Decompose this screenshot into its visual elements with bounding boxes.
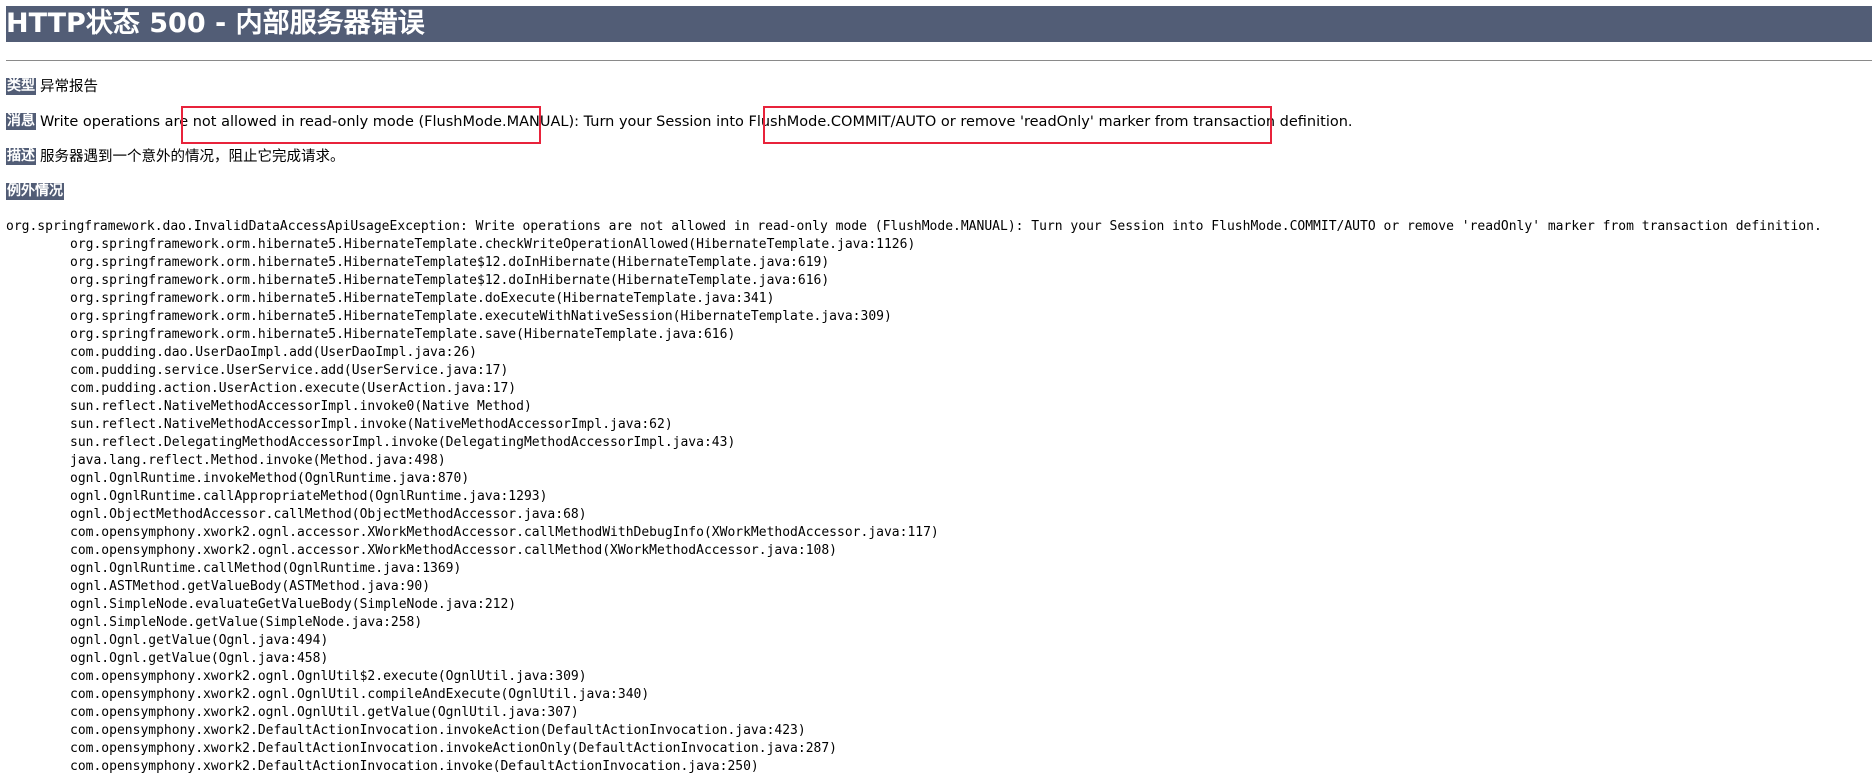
type-label: 类型 [6, 78, 36, 95]
stack-frames: org.springframework.orm.hibernate5.Hiber… [6, 236, 1822, 776]
stack-frame: com.opensymphony.xwork2.ognl.OgnlUtil.ge… [70, 705, 579, 720]
highlight-box-commit-auto [763, 106, 1272, 144]
stack-frame: com.opensymphony.xwork2.ognl.accessor.XW… [70, 543, 838, 558]
type-value: 异常报告 [40, 79, 98, 95]
stack-frame: ognl.OgnlRuntime.callAppropriateMethod(O… [70, 489, 548, 504]
stack-frame: ognl.OgnlRuntime.invokeMethod(OgnlRuntim… [70, 471, 470, 486]
stack-frame: com.pudding.dao.UserDaoImpl.add(UserDaoI… [70, 345, 477, 360]
stack-frame: org.springframework.orm.hibernate5.Hiber… [70, 237, 916, 252]
stack-frame: com.opensymphony.xwork2.DefaultActionInv… [70, 759, 759, 774]
stack-frame: org.springframework.orm.hibernate5.Hiber… [70, 291, 775, 306]
stack-frame: com.opensymphony.xwork2.DefaultActionInv… [70, 741, 838, 756]
highlight-box-flushmode-manual [181, 106, 541, 144]
stack-frame: ognl.ASTMethod.getValueBody(ASTMethod.ja… [70, 579, 431, 594]
stack-frame: ognl.OgnlRuntime.callMethod(OgnlRuntime.… [70, 561, 462, 576]
stack-frame: ognl.Ognl.getValue(Ognl.java:458) [70, 651, 329, 666]
description-row: 描述 服务器遇到一个意外的情况，阻止它完成请求。 [6, 147, 345, 167]
exception-row: 例外情况 [6, 182, 68, 202]
stack-frame: org.springframework.orm.hibernate5.Hiber… [70, 309, 892, 324]
stack-frame: java.lang.reflect.Method.invoke(Method.j… [70, 453, 446, 468]
stack-frame: ognl.ObjectMethodAccessor.callMethod(Obj… [70, 507, 587, 522]
page-title: HTTP状态 500 - 内部服务器错误 [6, 6, 1872, 42]
stack-frame: com.pudding.service.UserService.add(User… [70, 363, 509, 378]
stack-frame: sun.reflect.DelegatingMethodAccessorImpl… [70, 435, 736, 450]
stack-frame: org.springframework.orm.hibernate5.Hiber… [70, 273, 830, 288]
message-label: 消息 [6, 113, 36, 130]
stack-frame: com.opensymphony.xwork2.ognl.accessor.XW… [70, 525, 939, 540]
stack-frame: ognl.Ognl.getValue(Ognl.java:494) [70, 633, 329, 648]
description-value: 服务器遇到一个意外的情况，阻止它完成请求。 [40, 149, 345, 165]
divider [6, 60, 1872, 61]
stack-frame: com.opensymphony.xwork2.ognl.OgnlUtil.co… [70, 687, 650, 702]
stack-frame: ognl.SimpleNode.getValue(SimpleNode.java… [70, 615, 423, 630]
stack-trace: org.springframework.dao.InvalidDataAcces… [6, 218, 1822, 776]
stack-frame: org.springframework.orm.hibernate5.Hiber… [70, 255, 830, 270]
exception-label: 例外情况 [6, 183, 64, 200]
stack-frame: ognl.SimpleNode.evaluateGetValueBody(Sim… [70, 597, 517, 612]
description-label: 描述 [6, 148, 36, 165]
type-row: 类型 异常报告 [6, 77, 98, 97]
stack-frame: sun.reflect.NativeMethodAccessorImpl.inv… [70, 417, 673, 432]
error-page: HTTP状态 500 - 内部服务器错误 类型 异常报告 消息 Write oper… [0, 0, 1872, 782]
stack-frame: com.opensymphony.xwork2.DefaultActionInv… [70, 723, 806, 738]
exception-line: org.springframework.dao.InvalidDataAcces… [6, 219, 1822, 234]
stack-frame: com.pudding.action.UserAction.execute(Us… [70, 381, 517, 396]
stack-frame: com.opensymphony.xwork2.ognl.OgnlUtil$2.… [70, 669, 587, 684]
stack-frame: sun.reflect.NativeMethodAccessorImpl.inv… [70, 399, 532, 414]
stack-frame: org.springframework.orm.hibernate5.Hiber… [70, 327, 736, 342]
